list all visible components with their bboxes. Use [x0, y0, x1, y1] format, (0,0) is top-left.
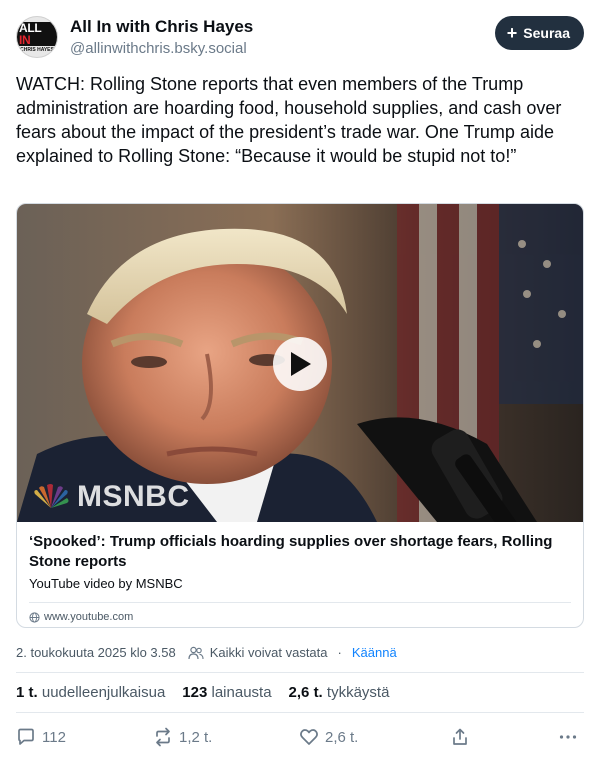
embed-body: ‘Spooked’: Trump officials hoarding supp… [17, 522, 583, 623]
reply-button[interactable]: 112 [16, 727, 66, 747]
embed-domain-row: www.youtube.com [29, 611, 571, 623]
follow-button[interactable]: + Seuraa [494, 16, 584, 50]
avatar[interactable]: ALL IN CHRIS HAYES [16, 16, 58, 58]
embed-description: YouTube video by MSNBC [29, 576, 183, 591]
reply-setting[interactable]: Kaikki voivat vastata [210, 645, 328, 660]
post-meta: 2. toukokuuta 2025 klo 3.58 Kaikki voiva… [16, 645, 397, 660]
repost-icon [156, 727, 170, 747]
meta-separator: · [337, 645, 342, 660]
play-icon [291, 352, 311, 376]
timestamp[interactable]: 2. toukokuuta 2025 klo 3.58 [16, 645, 176, 660]
more-options-button[interactable] [558, 727, 578, 747]
likes-stat[interactable]: 2,6 t. tykkäystä [289, 684, 390, 701]
repost-button[interactable]: 1,2 t. [153, 727, 212, 747]
embed-title[interactable]: ‘Spooked’: Trump officials hoarding supp… [29, 532, 571, 572]
action-bar: 112 1,2 t. 2,6 t. [16, 727, 584, 749]
link-embed-card[interactable]: MSNBC ‘Spooked’: Trump officials hoardin… [16, 203, 584, 628]
reply-icon [18, 728, 34, 745]
post: ALL IN CHRIS HAYES All In with Chris Hay… [0, 0, 600, 763]
follow-label: Seuraa [523, 25, 570, 41]
divider [16, 712, 584, 713]
embed-domain: www.youtube.com [44, 611, 134, 623]
divider [16, 672, 584, 673]
play-button[interactable] [273, 337, 327, 391]
peacock-icon [34, 484, 69, 508]
video-thumbnail[interactable]: MSNBC [17, 204, 583, 522]
msnbc-wordmark: MSNBC [77, 480, 190, 513]
avatar-logo: ALL IN [17, 21, 57, 46]
globe-icon [29, 611, 40, 623]
repost-count: 1,2 t. [179, 728, 213, 746]
embed-divider [29, 602, 571, 603]
post-header: ALL IN CHRIS HAYES All In with Chris Hay… [16, 14, 584, 60]
quotes-stat[interactable]: 123 lainausta [182, 684, 271, 701]
heart-icon [300, 729, 318, 745]
like-count: 2,6 t. [325, 728, 359, 746]
display-name[interactable]: All In with Chris Hayes [70, 17, 253, 37]
translate-link[interactable]: Käännä [352, 645, 397, 660]
plus-icon: + [506, 23, 518, 43]
share-icon [453, 728, 467, 745]
engagement-stats: 1 t. uudelleenjulkaisua 123 lainausta 2,… [16, 684, 389, 701]
people-icon [188, 646, 204, 659]
post-text: WATCH: Rolling Stone reports that even m… [16, 74, 562, 166]
share-button[interactable] [450, 727, 470, 747]
ellipsis-icon [559, 735, 577, 739]
handle[interactable]: @allinwithchris.bsky.social [70, 40, 247, 57]
msnbc-logo: MSNBC [31, 480, 190, 514]
reposts-stat[interactable]: 1 t. uudelleenjulkaisua [16, 684, 165, 701]
reply-count: 112 [42, 728, 66, 746]
like-button[interactable]: 2,6 t. [299, 727, 358, 747]
avatar-subtext: CHRIS HAYES [20, 46, 54, 53]
